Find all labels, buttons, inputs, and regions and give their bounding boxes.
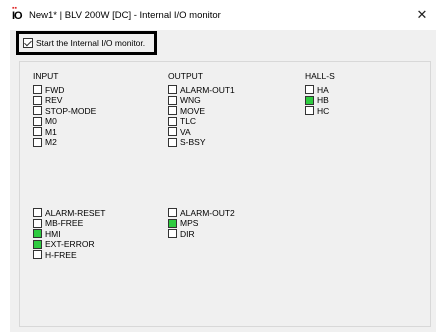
indicator-m2: M2	[33, 137, 57, 148]
indicator-label: HMI	[45, 228, 61, 239]
output-header: OUTPUT	[168, 71, 203, 81]
indicator-va: VA	[168, 126, 191, 137]
status-lamp-icon	[33, 106, 42, 115]
status-lamp-icon	[168, 127, 177, 136]
indicator-label: MOVE	[180, 105, 206, 116]
indicator-label: M1	[45, 126, 57, 137]
status-lamp-icon	[33, 218, 42, 228]
indicator-ha: HA	[305, 84, 329, 95]
indicator-label: FWD	[45, 84, 65, 95]
indicator-label: ALARM-RESET	[45, 207, 106, 218]
indicator-fwd: FWD	[33, 84, 64, 95]
indicator-ext-error: EXT-ERROR	[33, 239, 95, 250]
indicator-stop-mode: STOP-MODE	[33, 105, 96, 116]
indicator-label: H-FREE	[45, 249, 77, 260]
indicator-hb: HB	[305, 95, 329, 106]
indicator-alarm-out1: ALARM-OUT1	[168, 84, 235, 95]
status-lamp-icon	[33, 239, 42, 249]
status-lamp-icon	[168, 218, 177, 228]
indicator-hmi: HMI	[33, 228, 61, 239]
indicator-label: HC	[317, 105, 330, 116]
indicator-label: ALARM-OUT1	[180, 84, 235, 95]
indicator-move: MOVE	[168, 105, 205, 116]
status-lamp-icon	[168, 116, 177, 126]
indicator-tlc: TLC	[168, 116, 196, 127]
indicator-label: MPS	[180, 218, 199, 228]
status-lamp-icon	[33, 208, 42, 217]
status-lamp-icon	[33, 127, 42, 136]
indicator-label: TLC	[180, 116, 197, 126]
indicator-label: VA	[180, 126, 191, 137]
status-lamp-icon	[33, 95, 42, 105]
title-bar: ▪▪ IO New1* | BLV 200W [DC] - Internal I/…	[0, 0, 438, 30]
input-header: INPUT	[33, 71, 59, 81]
indicator-s-bsy: S-BSY	[168, 137, 206, 148]
indicator-label: M0	[45, 116, 57, 126]
status-lamp-icon	[33, 137, 42, 147]
indicator-m1: M1	[33, 126, 57, 137]
indicator-label: STOP-MODE	[45, 105, 97, 116]
hall-sensor-header: HALL-S	[305, 71, 335, 81]
status-lamp-icon	[168, 106, 177, 115]
indicator-m0: M0	[33, 116, 57, 127]
indicator-mps: MPS	[168, 218, 198, 229]
indicator-alarm-reset: ALARM-RESET	[33, 207, 105, 218]
indicator-alarm-out2: ALARM-OUT2	[168, 207, 235, 218]
indicator-label: REV	[45, 95, 63, 105]
io-status-panel: INPUT OUTPUT HALL-S FWD REV STOP-MODE M0 M1 M…	[19, 61, 431, 327]
indicator-rev: REV	[33, 95, 62, 106]
start-monitor-label: Start the Internal I/O monitor.	[36, 38, 146, 48]
status-lamp-icon	[305, 85, 314, 94]
indicator-wng: WNG	[168, 95, 201, 106]
status-lamp-icon	[33, 229, 42, 238]
indicator-label: ALARM-OUT2	[180, 207, 235, 218]
indicator-label: MB-FREE	[45, 218, 84, 228]
status-lamp-icon	[168, 208, 177, 217]
monitor-content: Start the Internal I/O monitor. INPUT OU…	[10, 30, 436, 332]
status-lamp-icon	[33, 116, 42, 126]
status-lamp-icon	[168, 85, 177, 94]
checkbox-checked-icon[interactable]	[23, 38, 33, 48]
indicator-hc: HC	[305, 105, 329, 116]
io-monitor-app-icon: ▪▪ IO	[12, 5, 23, 22]
status-lamp-icon	[168, 137, 177, 147]
indicator-label: EXT-ERROR	[45, 239, 95, 249]
indicator-label: HA	[317, 84, 329, 95]
status-lamp-icon	[33, 250, 42, 259]
indicator-label: M2	[45, 137, 57, 147]
status-lamp-icon	[305, 106, 314, 115]
close-button[interactable]: ✕	[412, 5, 432, 25]
status-lamp-icon	[33, 85, 42, 94]
start-monitor-checkbox[interactable]: Start the Internal I/O monitor.	[16, 31, 157, 55]
indicator-label: HB	[317, 95, 329, 105]
indicator-label: WNG	[180, 95, 201, 105]
status-lamp-icon	[305, 95, 314, 105]
window-title: New1* | BLV 200W [DC] - Internal I/O mon…	[29, 10, 221, 21]
indicator-label: S-BSY	[180, 137, 206, 147]
indicator-mb-free: MB-FREE	[33, 218, 83, 229]
indicator-h-free: H-FREE	[33, 249, 77, 260]
status-lamp-icon	[168, 229, 177, 238]
status-lamp-icon	[168, 95, 177, 105]
indicator-dir: DIR	[168, 228, 195, 239]
indicator-label: DIR	[180, 228, 195, 239]
